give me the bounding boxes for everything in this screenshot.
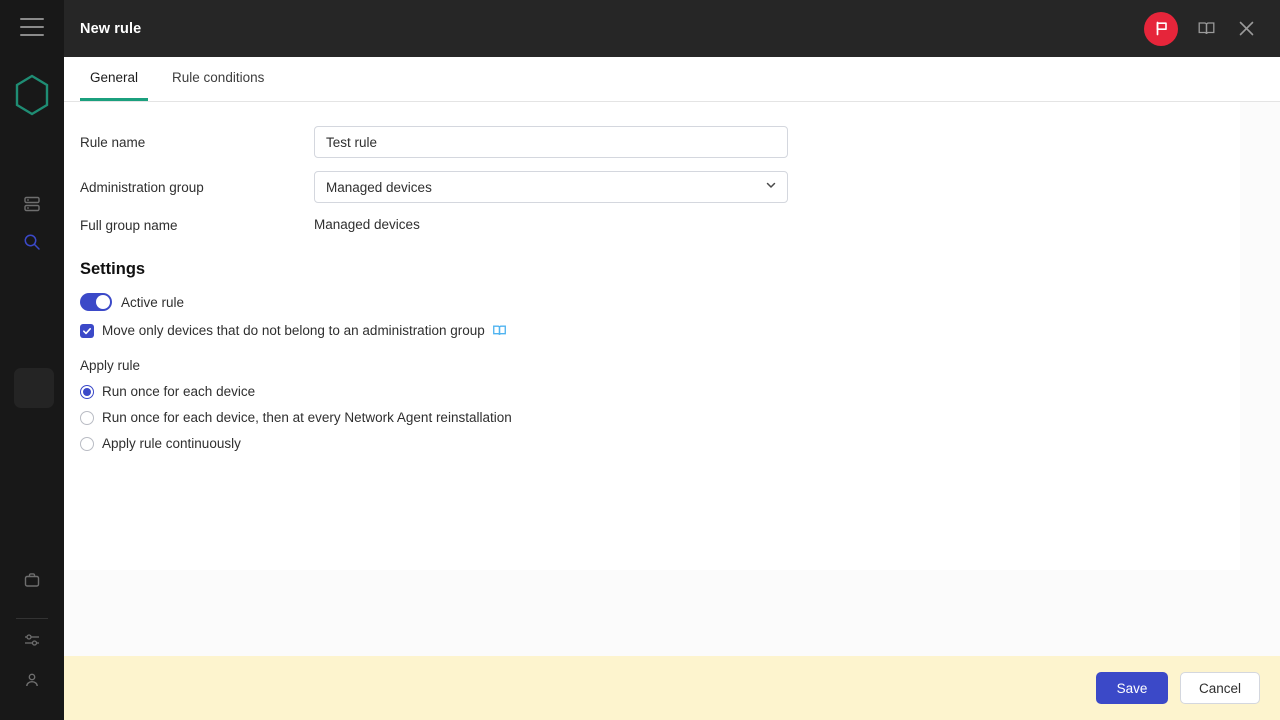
radio-run-once-reinstall-label: Run once for each device, then at every … [102,410,512,425]
dialog-title: New rule [80,20,142,37]
full-group-name-value: Managed devices [314,217,420,232]
apply-rule-option-once-reinstall[interactable]: Run once for each device, then at every … [80,410,1224,425]
administration-group-control: Managed devices [314,171,788,203]
search-icon [24,234,40,250]
apply-rule-label: Apply rule [80,358,141,373]
move-only-devices-row: Move only devices that do not belong to … [80,323,1224,338]
administration-group-label: Administration group [80,179,204,195]
book-help-icon[interactable] [1194,17,1218,41]
move-only-devices-label: Move only devices that do not belong to … [102,323,485,338]
hamburger-icon[interactable] [20,18,44,36]
book-help-icon [492,325,506,335]
book-icon [1198,22,1214,35]
sliders-icon [25,634,39,646]
form-card: Rule name Administration group Managed d… [64,102,1240,570]
dialog-footer: Save Cancel [64,656,1280,720]
briefcase-icon [24,573,40,587]
full-group-name-control: Managed devices [314,216,788,234]
tab-general[interactable]: General [80,57,149,101]
active-rule-row: Active rule [80,293,1224,311]
rule-name-input[interactable] [314,126,788,158]
rule-name-label: Rule name [80,134,146,150]
active-rule-label: Active rule [121,294,185,310]
hexagon-logo [15,74,49,116]
apply-rule-option-once[interactable]: Run once for each device [80,384,1224,399]
move-only-devices-help-icon[interactable] [492,323,507,338]
app-sidebar [0,0,64,720]
radio-continuous[interactable] [80,436,94,451]
flag-badge-icon[interactable] [1144,11,1178,46]
tab-rule-conditions[interactable]: Rule conditions [162,57,274,101]
apply-rule-option-continuous[interactable]: Apply rule continuously [80,436,1224,451]
flag-icon [1156,21,1167,36]
sidebar-item-account[interactable] [18,666,46,694]
move-only-devices-checkbox[interactable] [80,323,94,338]
dialog-tabs: General Rule conditions [64,57,1280,102]
radio-run-once-reinstall[interactable] [80,410,94,425]
cancel-button[interactable]: Cancel [1179,672,1260,704]
sidebar-item-monitoring[interactable] [18,190,46,218]
sidebar-item-settings[interactable] [18,626,46,654]
settings-heading: Settings [80,260,146,278]
new-rule-dialog: New rule General Rule conditions Rule na… [64,0,1280,720]
rule-name-control [314,126,788,158]
user-icon [26,673,38,687]
sidebar-item-briefcase[interactable] [18,566,46,594]
header-actions [1144,11,1258,46]
dialog-header: New rule [64,0,1280,57]
sidebar-active-item[interactable] [14,368,54,408]
server-stack-icon [24,196,40,212]
field-rule-name: Rule name [80,126,1224,158]
close-x-icon [1239,21,1253,36]
field-administration-group: Administration group Managed devices [80,171,1224,203]
radio-run-once-label: Run once for each device [102,384,256,399]
checkmark-icon [82,327,91,334]
toggle-knob [96,295,110,309]
full-group-name-label: Full group name [80,217,178,233]
save-button[interactable]: Save [1095,672,1168,704]
radio-run-once[interactable] [80,384,94,399]
administration-group-select[interactable]: Managed devices [314,171,788,203]
field-full-group-name: Full group name Managed devices [80,216,1224,234]
dialog-body: Rule name Administration group Managed d… [64,102,1280,656]
active-rule-toggle[interactable] [80,293,112,311]
app-root: New rule General Rule conditions Rule na… [0,0,1280,720]
sidebar-item-search[interactable] [18,228,46,256]
sidebar-divider [16,618,48,619]
radio-continuous-label: Apply rule continuously [102,436,241,451]
close-icon[interactable] [1234,17,1258,41]
